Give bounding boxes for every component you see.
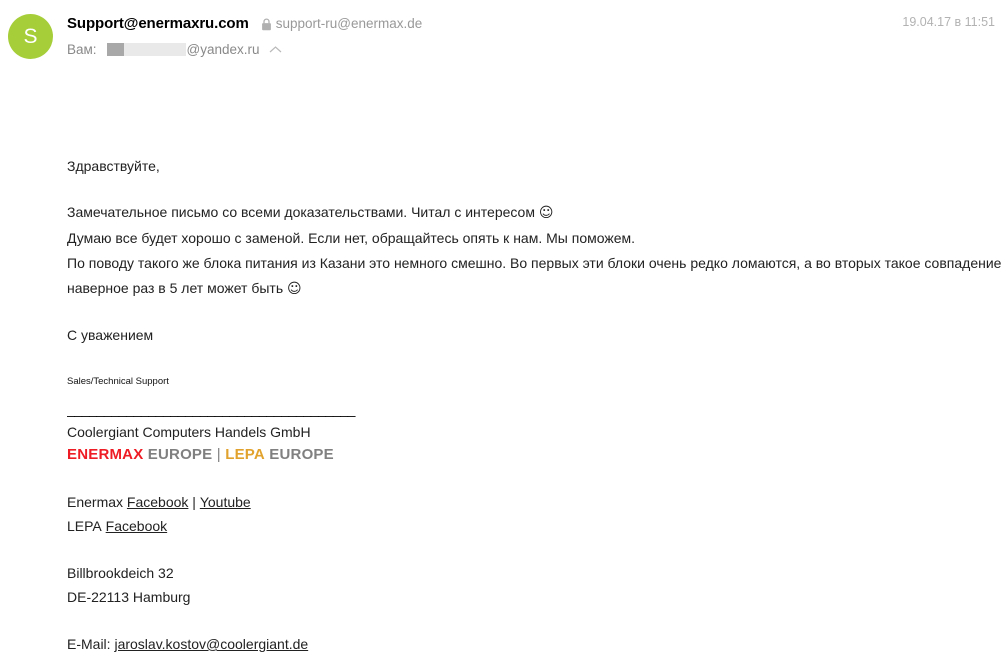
brand-lepa: LEPA [225, 446, 265, 463]
closing-line: С уважением [67, 327, 154, 343]
chevron-up-icon[interactable] [269, 45, 282, 54]
lock-icon [261, 17, 272, 31]
social-separator: | [192, 494, 196, 510]
address-city: DE-22113 Hamburg [67, 589, 191, 605]
email-header: S Support@enermaxru.com support-ru@enerm… [0, 0, 1005, 72]
brand-lepa-europe: EUROPE [269, 446, 334, 463]
email-timestamp: 19.04.17 в 11:51 [902, 15, 995, 29]
paragraph-2: Думаю все будет хорошо с заменой. Если н… [67, 230, 636, 246]
contact-email-link[interactable]: jaroslav.kostov@coolergiant.de [114, 636, 308, 652]
avatar: S [8, 14, 53, 59]
brand-line: ENERMAX EUROPE | LEPA EUROPE [67, 443, 1005, 467]
paragraph-1: Замечательное письмо со всеми доказатель… [67, 200, 1005, 226]
enermax-facebook-link[interactable]: Facebook [127, 494, 188, 510]
enermax-youtube-link[interactable]: Youtube [200, 494, 251, 510]
brand-enermax-europe: EUROPE [147, 446, 213, 463]
brand-enermax: ENERMAX [67, 446, 144, 463]
paragraph-3: По поводу такого же блока питания из Каз… [67, 251, 1005, 302]
greeting-line: Здравствуйте, [67, 158, 160, 174]
email-body: Здравствуйте, Замечательное письмо со вс… [0, 72, 1005, 656]
enermax-social-line: Enermax Facebook | Youtube [67, 490, 1005, 514]
redacted-recipient-block-1 [106, 42, 124, 56]
sender-name[interactable]: Support@enermaxru.com [67, 15, 249, 32]
redacted-recipient-block-2 [123, 42, 186, 56]
smiley-icon-1: ☺ [538, 205, 554, 221]
signature-role: Sales/Technical Support [67, 376, 169, 387]
smiley-icon-2: ☺ [287, 281, 302, 297]
header-text-block: Support@enermaxru.com support-ru@enermax… [67, 13, 995, 59]
address-street: Billbrookdeich 32 [67, 565, 174, 581]
recipient-domain[interactable]: @yandex.ru [187, 42, 260, 57]
lepa-social-prefix: LEPA [67, 518, 102, 534]
email-label: E-Mail: [67, 636, 111, 652]
email-line: E-Mail: jaroslav.kostov@coolergiant.de [67, 632, 1005, 656]
recipient-row: Вам: @yandex.ru [67, 39, 995, 59]
paragraph-1-text: Замечательное письмо со всеми доказатель… [67, 204, 539, 220]
company-name: Coolergiant Computers Handels GmbH [67, 424, 311, 440]
signature-divider: _______________________________________ [67, 401, 356, 417]
lepa-social-line: LEPA Facebook [67, 514, 1005, 538]
enermax-social-prefix: Enermax [67, 494, 124, 510]
lepa-facebook-link[interactable]: Facebook [106, 518, 167, 534]
sender-email-address[interactable]: support-ru@enermax.de [276, 16, 423, 31]
recipient-label: Вам: [67, 41, 97, 57]
paragraph-3-text: По поводу такого же блока питания из Каз… [67, 255, 1002, 296]
avatar-initial: S [23, 24, 38, 48]
sender-row: Support@enermaxru.com support-ru@enermax… [67, 13, 995, 33]
